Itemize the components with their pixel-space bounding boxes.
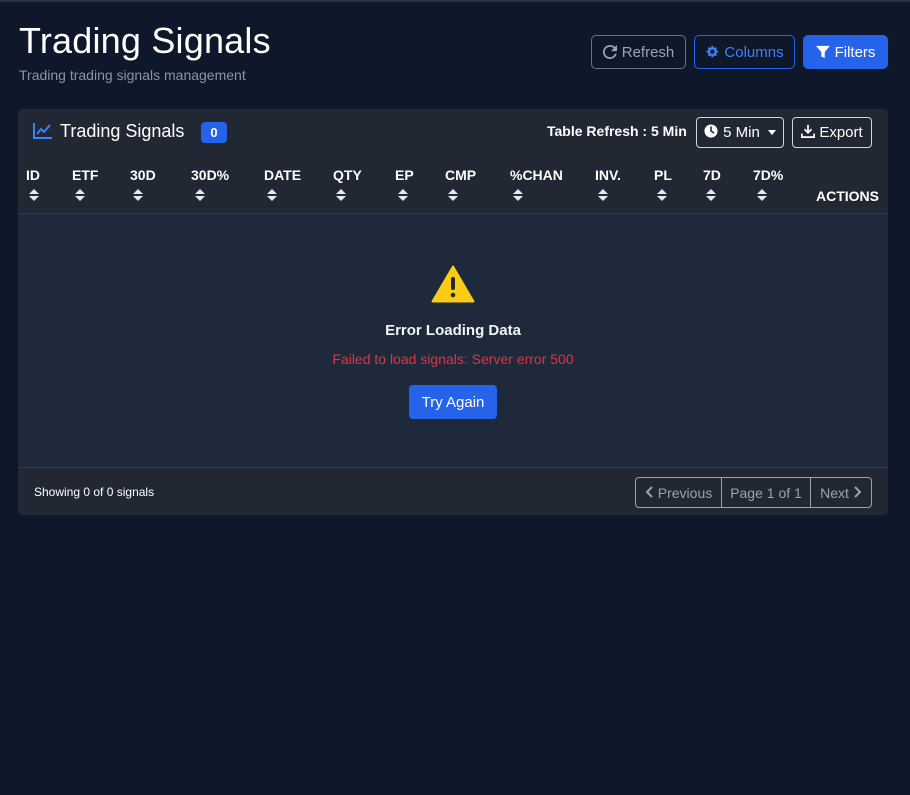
refresh-button[interactable]: Refresh [591,35,686,69]
next-page-label: Next [820,484,849,501]
column-header-cmp[interactable]: CMP [445,167,476,183]
previous-page-button[interactable]: Previous [636,478,722,507]
signals-card: Trading Signals 0 Table Refresh : 5 Min … [18,109,888,515]
sort-icon[interactable] [267,189,277,202]
export-button[interactable]: Export [792,117,872,148]
sort-icon[interactable] [513,189,523,202]
showing-count: Showing 0 of 0 signals [34,485,155,499]
sort-icon[interactable] [657,189,667,202]
filters-button-label: Filters [834,43,876,61]
table-header-row: ID ETF 30D 30D% DATE QTY EP CMP %CHAN IN… [18,156,888,214]
column-header-actions: ACTIONS [816,188,879,204]
chevron-down-icon [767,130,776,135]
sort-icon[interactable] [75,189,85,202]
sort-icon[interactable] [448,189,458,202]
card-title: Trading Signals [60,121,185,141]
sort-icon[interactable] [195,189,205,202]
sort-icon[interactable] [598,189,608,202]
column-header-qty[interactable]: QTY [333,167,362,183]
refresh-interval-value: 5 Min [723,124,760,141]
column-header-30d[interactable]: 30D [130,167,156,183]
filter-icon [815,45,830,59]
sort-icon[interactable] [336,189,346,202]
chevron-right-icon [853,485,862,501]
column-header-pl[interactable]: PL [654,167,672,183]
pagination: Previous Page 1 of 1 Next [635,477,872,508]
chevron-left-icon [645,485,654,501]
column-header-7d-pct[interactable]: 7D% [753,167,783,183]
page-subtitle: Trading trading signals management [19,67,246,83]
download-icon [801,124,816,142]
export-button-label: Export [819,124,863,141]
page-title: Trading Signals [19,20,271,61]
card-header: Trading Signals 0 Table Refresh : 5 Min … [18,109,888,156]
error-message: Failed to load signals: Server error 500 [332,351,574,367]
sort-icon[interactable] [29,189,39,202]
column-header-ep[interactable]: EP [395,167,414,183]
card-footer: Showing 0 of 0 signals Previous Page 1 o… [18,467,888,515]
column-header-id[interactable]: ID [26,167,40,183]
refresh-icon [602,45,617,59]
sort-icon[interactable] [133,189,143,202]
refresh-interval-dropdown[interactable]: 5 Min [696,117,784,148]
try-again-button[interactable]: Try Again [409,385,497,419]
next-page-button[interactable]: Next [811,478,871,507]
column-header-date[interactable]: DATE [264,167,301,183]
sort-icon[interactable] [706,189,716,202]
error-title: Error Loading Data [385,322,521,339]
signal-count-badge: 0 [201,122,227,143]
column-header-change[interactable]: %CHAN [510,167,563,183]
sort-icon[interactable] [757,189,767,202]
filters-button[interactable]: Filters [803,35,888,69]
error-state: Error Loading Data Failed to load signal… [18,215,888,467]
sort-icon[interactable] [398,189,408,202]
previous-page-label: Previous [657,484,713,501]
table-refresh-info: Table Refresh : 5 Min [547,123,687,139]
column-header-inv[interactable]: INV. [595,167,621,183]
clock-icon [704,123,718,142]
page-indicator: Page 1 of 1 [722,478,811,507]
top-border [0,0,910,2]
columns-button[interactable]: Columns [694,35,795,69]
gear-icon [705,45,719,59]
columns-button-label: Columns [724,43,784,61]
column-header-30d-pct[interactable]: 30D% [191,167,229,183]
warning-icon [431,265,475,308]
line-chart-icon [33,122,53,145]
refresh-button-label: Refresh [621,43,675,61]
column-header-7d[interactable]: 7D [703,167,721,183]
column-header-etf[interactable]: ETF [72,167,98,183]
